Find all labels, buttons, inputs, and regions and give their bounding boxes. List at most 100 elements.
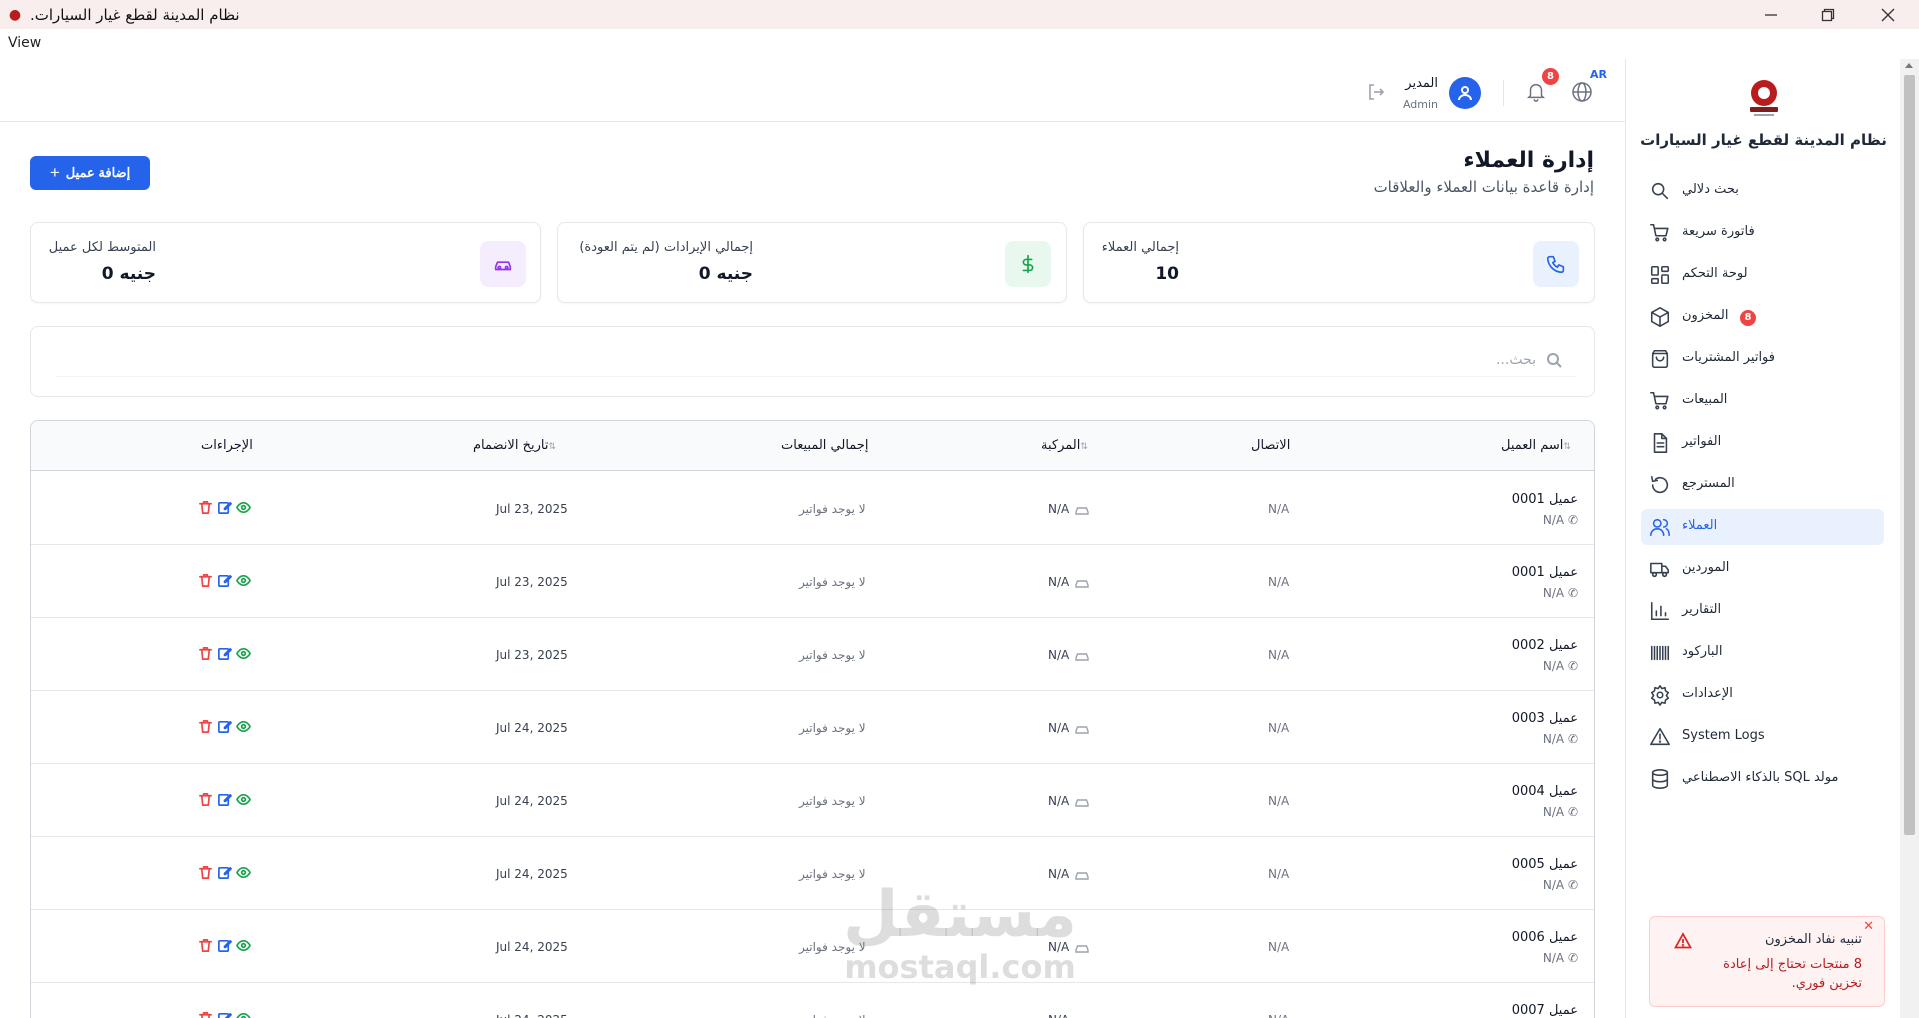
language-switch[interactable] xyxy=(1570,80,1594,104)
restore-button[interactable] xyxy=(1800,0,1856,29)
logout-button[interactable] xyxy=(1366,82,1386,102)
close-window-button[interactable] xyxy=(1860,0,1916,29)
edit-icon[interactable] xyxy=(217,865,232,883)
view-icon[interactable] xyxy=(236,1011,251,1018)
sidebar-item-label: المخزون xyxy=(1682,308,1729,323)
vehicle-value: N/A xyxy=(1048,940,1070,954)
customer-phone-value: N/A xyxy=(1542,805,1565,819)
car-icon xyxy=(1075,871,1089,880)
delete-icon[interactable] xyxy=(198,865,213,883)
edit-icon[interactable] xyxy=(217,1011,232,1018)
customer-phone-value: N/A xyxy=(1542,586,1565,600)
customer-vehicle: N/A xyxy=(1048,575,1089,589)
customer-join-date: Jul 23, 2025 xyxy=(496,575,568,589)
top-header: AR 8 المدير Admin xyxy=(0,59,1625,122)
delete-icon[interactable] xyxy=(198,1011,213,1018)
row-actions xyxy=(198,719,251,737)
car-icon xyxy=(1075,725,1089,734)
sidebar-item-1[interactable]: فاتورة سريعة xyxy=(1641,215,1884,251)
logout-icon xyxy=(1369,84,1385,100)
gear-icon xyxy=(1649,684,1671,706)
customer-total-sales: لا يوجد فواتير xyxy=(799,1013,866,1018)
edit-icon[interactable] xyxy=(217,500,232,518)
table-row: عميل 0004 N/A ✆ N/A N/A لا يوجد فواتير Jul 24… xyxy=(31,764,1594,837)
scroll-up-icon[interactable] xyxy=(1905,63,1913,68)
delete-icon[interactable] xyxy=(198,573,213,591)
customer-name: عميل 0007 xyxy=(1511,1003,1578,1018)
language-label[interactable]: AR xyxy=(1590,68,1607,81)
view-icon[interactable] xyxy=(236,719,251,737)
menu-view[interactable]: View xyxy=(8,35,41,51)
plus-icon: + xyxy=(49,163,60,182)
sidebar-item-9[interactable]: الموردين xyxy=(1641,551,1884,587)
sidebar-item-11[interactable]: الباركود xyxy=(1641,635,1884,671)
search-input[interactable] xyxy=(56,343,1576,377)
row-actions xyxy=(198,573,251,591)
delete-icon[interactable] xyxy=(198,792,213,810)
sidebar: نظام المدينة لقطع غيار السيارات بحث دلال… xyxy=(1625,59,1900,1018)
customer-phone: N/A ✆ xyxy=(1543,513,1578,527)
minimize-button[interactable] xyxy=(1743,0,1799,29)
delete-icon[interactable] xyxy=(198,938,213,956)
view-icon[interactable] xyxy=(236,573,251,591)
sidebar-item-6[interactable]: الفواتير xyxy=(1641,425,1884,461)
avatar[interactable] xyxy=(1449,77,1481,109)
view-icon[interactable] xyxy=(236,792,251,810)
phone-icon: ✆ xyxy=(1567,805,1578,819)
row-actions xyxy=(198,1011,251,1018)
customer-contact: N/A xyxy=(1268,502,1290,516)
sidebar-item-7[interactable]: المسترجع xyxy=(1641,467,1884,503)
add-customer-button[interactable]: إضافة عميل + xyxy=(30,156,150,190)
view-icon[interactable] xyxy=(236,865,251,883)
sidebar-item-8[interactable]: العملاء xyxy=(1641,509,1884,545)
sidebar-item-12[interactable]: الإعدادات xyxy=(1641,677,1884,713)
delete-icon[interactable] xyxy=(198,719,213,737)
sidebar-item-10[interactable]: التقارير xyxy=(1641,593,1884,629)
column-header-vehicle[interactable]: ⇅المركبة xyxy=(1041,438,1092,453)
column-header-name[interactable]: ⇅اسم العميل xyxy=(1501,438,1575,453)
stat-value: 10 xyxy=(1155,264,1179,284)
sidebar-item-label: فواتير المشتريات xyxy=(1682,350,1775,365)
sidebar-item-label: الفواتير xyxy=(1682,434,1722,449)
column-header-join-date[interactable]: ⇅تاريخ الانضمام xyxy=(473,438,560,453)
row-actions xyxy=(198,865,251,883)
warning-icon xyxy=(1649,726,1671,748)
vehicle-value: N/A xyxy=(1048,502,1070,516)
customer-name: عميل 0002 xyxy=(1511,638,1578,653)
customer-phone: N/A ✆ xyxy=(1543,878,1578,892)
page-scrollbar[interactable] xyxy=(1900,59,1919,1018)
vehicle-value: N/A xyxy=(1048,721,1070,735)
customer-contact: N/A xyxy=(1268,794,1290,808)
sidebar-item-0[interactable]: بحث دلالي xyxy=(1641,173,1884,209)
edit-icon[interactable] xyxy=(217,719,232,737)
customer-vehicle: N/A xyxy=(1048,502,1089,516)
delete-icon[interactable] xyxy=(198,500,213,518)
delete-icon[interactable] xyxy=(198,646,213,664)
view-icon[interactable] xyxy=(236,646,251,664)
notification-count-badge: 8 xyxy=(1542,68,1559,85)
phone-icon: ✆ xyxy=(1567,878,1578,892)
customer-phone: N/A ✆ xyxy=(1543,659,1578,673)
customers-table: ⇅اسم العميل الاتصال ⇅المركبة إجمالي المب… xyxy=(30,420,1595,1018)
view-icon[interactable] xyxy=(236,500,251,518)
sidebar-item-4[interactable]: فواتير المشتريات xyxy=(1641,341,1884,377)
column-header-label: اسم العميل xyxy=(1501,438,1564,453)
sidebar-item-13[interactable]: System Logs xyxy=(1641,719,1884,755)
box-icon xyxy=(1649,306,1671,328)
customer-phone: N/A ✆ xyxy=(1543,586,1578,600)
edit-icon[interactable] xyxy=(217,938,232,956)
sidebar-item-3[interactable]: 8 المخزون xyxy=(1641,299,1884,335)
car-icon xyxy=(1075,652,1089,661)
sidebar-item-label: العملاء xyxy=(1682,518,1718,533)
view-icon[interactable] xyxy=(236,938,251,956)
toast-close-button[interactable]: ✕ xyxy=(1863,919,1874,934)
edit-icon[interactable] xyxy=(217,573,232,591)
customer-name: عميل 0003 xyxy=(1511,711,1578,726)
edit-icon[interactable] xyxy=(217,792,232,810)
scrollbar-thumb[interactable] xyxy=(1904,75,1915,835)
sidebar-item-2[interactable]: لوحة التحكم xyxy=(1641,257,1884,293)
sidebar-item-5[interactable]: المبيعات xyxy=(1641,383,1884,419)
vehicle-value: N/A xyxy=(1048,648,1070,662)
sidebar-item-14[interactable]: مولد SQL بالذكاء الاصطناعي xyxy=(1641,761,1884,797)
edit-icon[interactable] xyxy=(217,646,232,664)
